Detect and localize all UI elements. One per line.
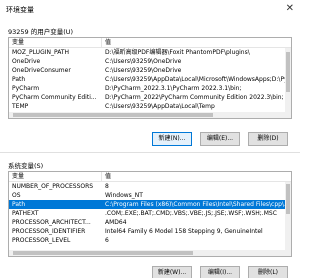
- variable-name-cell: OneDrive: [12, 58, 41, 65]
- variable-name-cell: PyCharm: [12, 85, 40, 92]
- table-header: 变量 值: [9, 172, 291, 182]
- user-delete-button[interactable]: 删除(D): [248, 132, 288, 146]
- variable-value-cell: 6: [105, 237, 109, 244]
- system-delete-button[interactable]: 删除(L): [248, 266, 288, 278]
- variable-name-cell: NUMBER_OF_PROCESSORS: [12, 183, 94, 190]
- vertical-scrollbar[interactable]: [285, 48, 291, 118]
- table-row[interactable]: Path C:\Program Files (x86)\Common Files\…: [9, 200, 291, 209]
- user-edit-button[interactable]: 编辑(E)...: [200, 132, 240, 146]
- system-edit-button[interactable]: 编辑(I)...: [200, 266, 240, 278]
- variable-value-cell: D:\福昕高级PDF编辑器\Foxit PhantomPDF\plugins\: [105, 49, 250, 56]
- variable-value-cell: C:\Program Files (x86)\Common Files\Inte…: [105, 201, 290, 208]
- column-header-variable[interactable]: 变量: [9, 38, 102, 47]
- variable-value-cell: C:\Users\93259\OneDrive: [105, 67, 182, 74]
- variable-value-cell: D:\PyCharm_2022.3.1\PyCharm 2022.3.1\bin…: [105, 85, 242, 92]
- variable-name-cell: MOZ_PLUGIN_PATH: [12, 49, 70, 56]
- table-row[interactable]: MOZ_PLUGIN_PATH D:\福昕高级PDF编辑器\Foxit Phant…: [9, 48, 291, 57]
- variable-name-cell: TEMP: [12, 103, 29, 110]
- vertical-scrollbar[interactable]: [285, 182, 291, 256]
- table-row[interactable]: PyCharm D:\PyCharm_2022.3.1\PyCharm 2022.…: [9, 84, 291, 93]
- horizontal-scrollbar[interactable]: [9, 112, 285, 118]
- variable-value-cell: C:\Users\93259\AppData\Local\Microsoft\W…: [105, 76, 291, 83]
- column-header-variable[interactable]: 变量: [9, 172, 102, 181]
- variable-name-cell: PyCharm Community Editi...: [12, 94, 97, 101]
- window-title: 环境变量: [6, 6, 34, 14]
- system-variables-label: 系统变量(S): [8, 162, 44, 170]
- horizontal-scrollbar[interactable]: [9, 250, 285, 256]
- column-header-value[interactable]: 值: [102, 172, 111, 181]
- table-row[interactable]: TEMP C:\Users\93259\AppData\Local\Temp: [9, 102, 291, 111]
- variable-name-cell: PROCESSOR_LEVEL: [12, 237, 71, 244]
- variable-value-cell: C:\Users\93259\AppData\Local\Temp: [105, 103, 215, 110]
- table-row[interactable]: PATHEXT .COM;.EXE;.BAT;.CMD;.VBS;.VBE;.JS…: [9, 209, 291, 218]
- user-variables-label: 93259 的用户变量(U): [8, 28, 74, 36]
- table-row[interactable]: OS Windows_NT: [9, 191, 291, 200]
- variable-value-cell: C:\Users\93259\OneDrive: [105, 58, 182, 65]
- variable-value-cell: Windows_NT: [105, 192, 143, 199]
- table-row[interactable]: PROCESSOR_IDENTIFIER Intel64 Family 6 Mod…: [9, 227, 291, 236]
- variable-value-cell: .COM;.EXE;.BAT;.CMD;.VBS;.VBE;.JS;.JSE;.…: [105, 210, 277, 217]
- table-row[interactable]: Path C:\Users\93259\AppData\Local\Microso…: [9, 75, 291, 84]
- variable-name-cell: OS: [12, 192, 21, 199]
- title-bar: 环境变量 ✕: [0, 0, 300, 20]
- table-row[interactable]: PyCharm Community Editi... D:\PyCharm_202…: [9, 93, 291, 102]
- system-variables-table: 变量 值 NUMBER_OF_PROCESSORS 8 OS Windows_NT Pa…: [8, 171, 292, 257]
- table-row[interactable]: PROCESSOR_ARCHITECT... AMD64: [9, 218, 291, 227]
- variable-name-cell: PROCESSOR_ARCHITECT...: [12, 219, 91, 226]
- variable-name-cell: PATHEXT: [12, 210, 39, 217]
- variable-name-cell: OneDriveConsumer: [12, 67, 71, 74]
- table-row[interactable]: NUMBER_OF_PROCESSORS 8: [9, 182, 291, 191]
- table-row[interactable]: OneDrive C:\Users\93259\OneDrive: [9, 57, 291, 66]
- table-row[interactable]: PROCESSOR_LEVEL 6: [9, 236, 291, 245]
- column-header-value[interactable]: 值: [102, 38, 111, 47]
- section-divider: [0, 152, 300, 153]
- user-variables-table: 变量 值 MOZ_PLUGIN_PATH D:\福昕高级PDF编辑器\Foxit …: [8, 37, 292, 119]
- variable-name-cell: Path: [12, 76, 26, 83]
- table-row[interactable]: OneDriveConsumer C:\Users\93259\OneDrive: [9, 66, 291, 75]
- variable-value-cell: AMD64: [105, 219, 127, 226]
- variable-name-cell: PROCESSOR_IDENTIFIER: [12, 228, 86, 235]
- close-icon[interactable]: ✕: [286, 3, 294, 14]
- variable-value-cell: Intel64 Family 6 Model 158 Stepping 9, G…: [105, 228, 263, 235]
- system-new-button[interactable]: 新建(W)...: [152, 266, 192, 278]
- table-header: 变量 值: [9, 38, 291, 48]
- variable-value-cell: 8: [105, 183, 109, 190]
- variable-value-cell: D:\PyCharm_2022\PyCharm Community Editio…: [105, 94, 284, 101]
- user-new-button[interactable]: 新建(N)...: [152, 132, 192, 146]
- variable-name-cell: Path: [12, 201, 26, 208]
